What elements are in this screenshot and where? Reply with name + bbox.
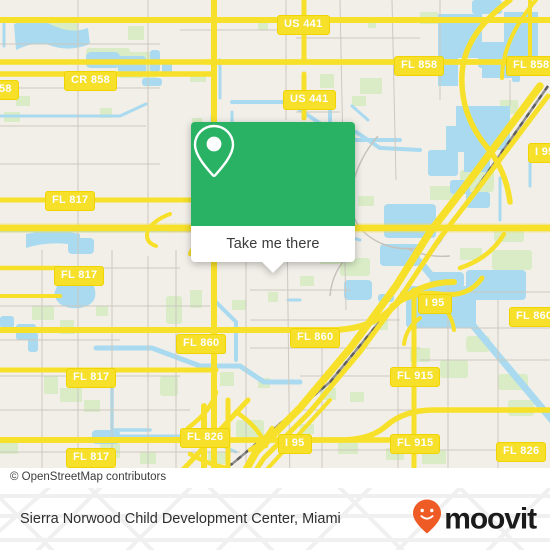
- road-shield: FL 915: [390, 434, 441, 454]
- card-pointer-tail: [262, 262, 284, 273]
- road-shield: I 95: [418, 294, 452, 314]
- road-shield: US 441: [283, 90, 336, 110]
- road-shield: FL 817: [66, 368, 117, 388]
- card-pin-area: [191, 122, 355, 226]
- road-shield: FL 817: [54, 266, 105, 286]
- moovit-logo[interactable]: moovit: [412, 499, 537, 540]
- road-shield: US 441: [277, 15, 330, 35]
- road-shield: CR 858: [64, 71, 118, 91]
- take-me-there-card[interactable]: Take me there: [191, 122, 355, 273]
- road-shield: FL 826: [180, 428, 231, 448]
- take-me-there-label: Take me there: [226, 236, 320, 252]
- road-shield: FL 915: [390, 367, 441, 387]
- footer-bar: Sierra Norwood Child Development Center,…: [0, 488, 550, 550]
- moovit-map-screenshot: US 441 FL 858 FL 858 CR 858 58 US 441 I 95 FL 8…: [0, 0, 550, 550]
- road-shield: FL 858: [394, 56, 445, 76]
- moovit-smiley-pin-icon: [412, 499, 442, 540]
- road-shield: 58: [0, 80, 19, 100]
- card-action-area[interactable]: Take me there: [191, 226, 355, 273]
- road-shield: FL 860: [509, 307, 550, 327]
- map-canvas[interactable]: US 441 FL 858 FL 858 CR 858 58 US 441 I 95 FL 8…: [0, 0, 550, 488]
- road-shield: FL 826: [496, 442, 547, 462]
- road-shield: FL 860: [290, 328, 341, 348]
- road-shield: I 95: [278, 434, 312, 454]
- road-shield: FL 817: [66, 448, 117, 468]
- road-shield: FL 860: [176, 334, 227, 354]
- osm-attribution: © OpenStreetMap contributors: [10, 471, 167, 483]
- road-shield: I 95: [528, 143, 550, 163]
- attribution-strip: © OpenStreetMap contributors: [0, 468, 550, 488]
- moovit-wordmark: moovit: [444, 502, 537, 535]
- road-shield: FL 817: [45, 191, 96, 211]
- place-title: Sierra Norwood Child Development Center,…: [20, 511, 341, 527]
- road-shield: FL 858: [506, 56, 550, 76]
